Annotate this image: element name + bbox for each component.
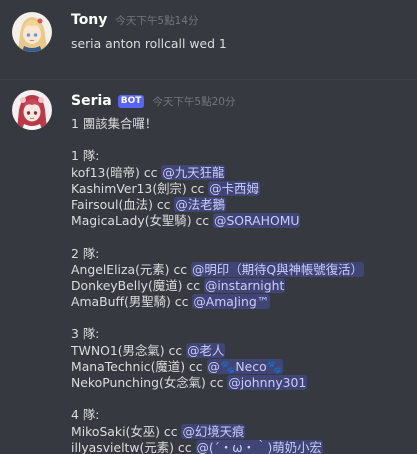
member-name: TWNO1(男念氣) cc <box>71 342 187 358</box>
user-mention[interactable]: @AmaJing™ <box>192 294 271 310</box>
avatar-tony[interactable] <box>12 12 52 52</box>
user-mention[interactable]: @🐾Neco🐾 <box>206 358 284 374</box>
user-mention[interactable]: @明印（期待Q與神帳號復活） <box>191 261 364 277</box>
message-header: Tony 今天下午5點14分 <box>71 10 198 30</box>
member-name: KashimVer13(劍宗) cc <box>71 180 209 196</box>
anime-girl-blonde-avatar-icon <box>12 12 52 52</box>
team-member-row: AmaBuff(男聖騎) cc @AmaJing™ <box>71 294 364 310</box>
team-label: 2 隊: <box>71 245 100 261</box>
member-name: illyasvieltw(元素) cc <box>71 439 196 454</box>
user-mention[interactable]: @instarnight <box>203 277 286 293</box>
member-name: NekoPunching(女念氣) cc <box>71 375 228 390</box>
message-header: Seria BOT 今天下午5點20分 <box>71 91 235 111</box>
timestamp: 今天下午5點14分 <box>115 14 199 27</box>
member-name: MagicaLady(女聖騎) cc <box>71 213 214 229</box>
username[interactable]: Tony <box>71 12 107 28</box>
user-mention[interactable]: @(´・ω・｀)萌奶小宏 <box>195 439 323 454</box>
message-tony: Tony 今天下午5點14分 seria anton rollcall wed … <box>0 0 417 79</box>
member-name: DonkeyBelly(魔道) cc <box>71 277 204 293</box>
team-label: 4 隊: <box>71 407 100 423</box>
avatar-seria[interactable] <box>12 90 52 130</box>
chat-message-list: Tony 今天下午5點14分 seria anton rollcall wed … <box>0 0 417 454</box>
member-name: AmaBuff(男聖騎) cc <box>71 294 193 310</box>
user-mention[interactable]: @幻境天痕 <box>181 423 246 439</box>
anime-girl-red-hair-avatar-icon <box>12 90 52 130</box>
message-content: 1 團該集合囉！ 1 隊: kof13(暗帝) cc @九天狂龍 KashimV… <box>71 116 364 454</box>
team-member-row: kof13(暗帝) cc @九天狂龍 <box>71 164 364 181</box>
member-name: Fairsoul(血法) cc <box>71 196 175 212</box>
team-member-row: illyasvieltw(元素) cc @(´・ω・｀)萌奶小宏 <box>71 439 364 454</box>
user-mention[interactable]: @卡西姆 <box>208 180 260 196</box>
team-member-row: MagicaLady(女聖騎) cc @SORAHOMU <box>71 213 364 229</box>
team-member-row: KashimVer13(劍宗) cc @卡西姆 <box>71 180 364 197</box>
username[interactable]: Seria <box>71 93 112 109</box>
timestamp: 今天下午5點20分 <box>152 95 236 108</box>
team-member-row: Fairsoul(血法) cc @法老鵝 <box>71 196 364 213</box>
user-mention[interactable]: @老人 <box>186 342 226 358</box>
team-member-row: AngelEliza(元素) cc @明印（期待Q與神帳號復活） <box>71 261 364 278</box>
message-seria: Seria BOT 今天下午5點20分 1 團該集合囉！ 1 隊: kof13(… <box>0 79 417 454</box>
member-name: MikoSaki(女巫) cc <box>71 423 182 439</box>
message-text: seria anton rollcall wed 1 <box>71 36 227 51</box>
member-name: kof13(暗帝) cc <box>71 164 162 180</box>
team-member-row: NekoPunching(女念氣) cc @johnny301 <box>71 375 364 391</box>
team-label: 3 隊: <box>71 326 100 342</box>
user-mention[interactable]: @SORAHOMU <box>213 213 301 229</box>
user-mention[interactable]: @johnny301 <box>227 375 308 390</box>
team-member-row: DonkeyBelly(魔道) cc @instarnight <box>71 277 364 294</box>
user-mention[interactable]: @法老鵝 <box>174 196 226 212</box>
team-member-row: ManaTechnic(魔道) cc @🐾Neco🐾 <box>71 358 364 375</box>
bot-tag: BOT <box>117 94 145 108</box>
user-mention[interactable]: @九天狂龍 <box>161 164 226 180</box>
team-label: 1 隊: <box>71 148 100 164</box>
message-content: seria anton rollcall wed 1 <box>71 36 227 52</box>
team-member-row: TWNO1(男念氣) cc @老人 <box>71 342 364 359</box>
team-member-row: MikoSaki(女巫) cc @幻境天痕 <box>71 423 364 440</box>
member-name: ManaTechnic(魔道) cc <box>71 358 207 374</box>
message-intro: 1 團該集合囉！ <box>71 116 158 131</box>
member-name: AngelEliza(元素) cc <box>71 261 192 277</box>
